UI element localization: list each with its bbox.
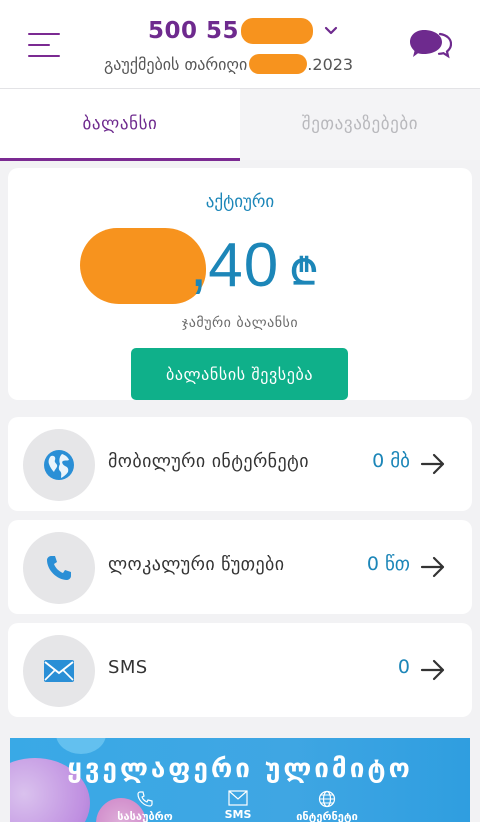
banner-item-label: სასაუბრო [117,810,173,822]
expiry-date: გაუქმების თარიღი .2023 [104,54,353,74]
expiry-year: .2023 [307,54,354,74]
usage-item-internet[interactable]: მობილური ინტერნეტი 0 მბ [8,417,472,511]
usage-value: 0 წთ [366,553,410,575]
tab-balance[interactable]: ბალანსი [0,89,240,161]
hamburger-menu-icon[interactable] [28,30,62,60]
tab-offers[interactable]: შეთავაზებები [240,89,480,159]
arrow-right-icon[interactable] [420,657,446,683]
phone-selector[interactable]: 500 55 [148,16,339,46]
globe-icon [44,450,74,480]
globe-outline-icon [318,790,336,808]
usage-value: 0 [397,656,410,678]
usage-label: SMS [108,657,148,678]
currency-symbol: ₾ [290,252,318,293]
balance-label: ჯამური ბალანსი [181,315,299,331]
app-header: 500 55 გაუქმების თარიღი .2023 [0,0,480,88]
phone-number: 500 55 [148,18,240,44]
usage-label: ლოკალური წუთები [108,554,285,575]
banner-item-calls: სასაუბრო [110,790,180,822]
redaction-mark [249,54,308,74]
chevron-down-icon[interactable] [323,23,339,39]
redaction-mark [241,18,314,44]
banner-item-internet: ინტერნეტი [292,790,362,822]
envelope-icon [44,660,74,682]
balance-value: ,40 [190,231,280,300]
expiry-label: გაუქმების თარიღი [104,54,248,74]
status-badge: აქტიური [205,192,275,212]
topup-button[interactable]: ბალანსის შევსება [131,348,348,400]
redaction-mark [80,228,206,304]
phone-icon [47,556,71,580]
banner-title: ყველაფერი ულიმიტო [67,754,413,784]
envelope-outline-icon [228,790,248,806]
banner-item-sms: SMS [203,790,273,821]
arrow-right-icon[interactable] [420,554,446,580]
phone-outline-icon [137,791,153,807]
usage-item-minutes[interactable]: ლოკალური წუთები 0 წთ [8,520,472,614]
icon-container [23,635,95,707]
usage-value: 0 მბ [372,450,410,472]
usage-item-sms[interactable]: SMS 0 [8,623,472,717]
promo-banner[interactable]: ყველაფერი ულიმიტო სასაუბრო SMS ინტერნეტი [10,738,470,822]
icon-container [23,429,95,501]
arrow-right-icon[interactable] [420,451,446,477]
banner-item-label: SMS [224,808,252,821]
icon-container [23,532,95,604]
usage-label: მობილური ინტერნეტი [108,451,309,472]
banner-item-label: ინტერნეტი [296,810,358,822]
chat-icon[interactable] [410,26,452,62]
tab-bar: ბალანსი შეთავაზებები [0,88,480,161]
decorative-bubble [56,738,106,754]
balance-card: აქტიური ,40 ₾ ჯამური ბალანსი ბალანსის შე… [8,168,472,400]
